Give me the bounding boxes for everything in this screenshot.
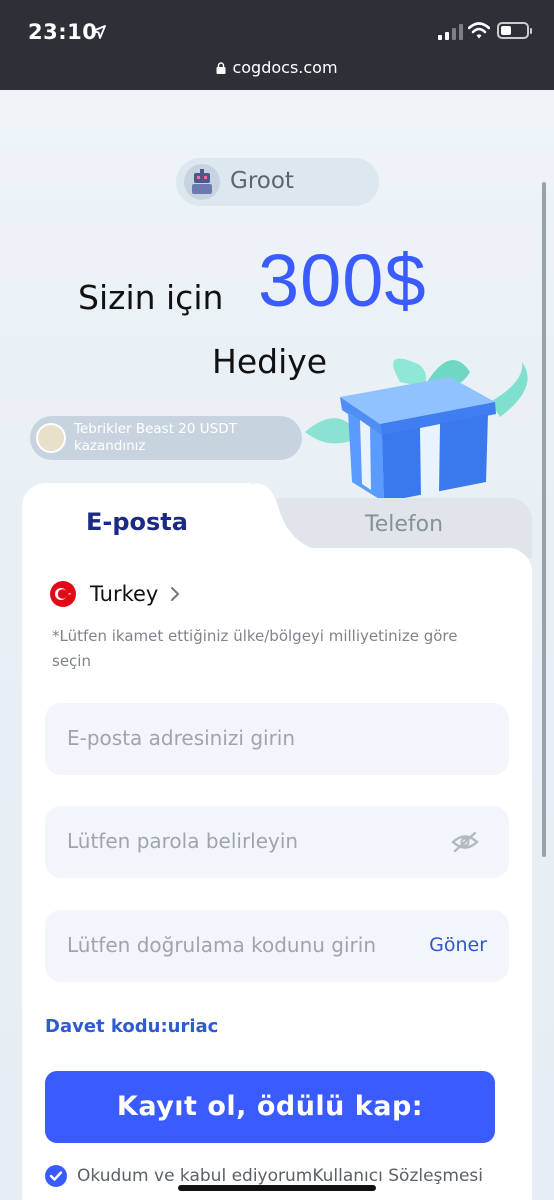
signal-icon bbox=[438, 24, 463, 40]
wifi-icon bbox=[468, 22, 490, 39]
robot-avatar-icon bbox=[192, 169, 212, 194]
scrollbar[interactable] bbox=[542, 182, 546, 857]
email-placeholder: E-posta adresinizi girin bbox=[67, 726, 296, 750]
ticker-text: Tebrikler Beast 20 USDT kazandınız bbox=[74, 421, 237, 454]
password-placeholder: Lütfen parola belirleyin bbox=[67, 829, 299, 853]
winner-ticker: Tebrikler Beast 20 USDT kazandınız bbox=[30, 416, 302, 460]
location-arrow-icon bbox=[92, 25, 106, 39]
invite-code: Davet kodu:uriac bbox=[45, 1016, 219, 1037]
url-text: cogdocs.com bbox=[232, 58, 338, 77]
tab-email-label[interactable]: E-posta bbox=[86, 508, 188, 536]
home-indicator[interactable] bbox=[178, 1185, 376, 1191]
register-button[interactable]: Kayıt ol, ödülü kap: bbox=[45, 1071, 495, 1143]
lock-icon bbox=[216, 62, 226, 74]
flag-turkey-icon bbox=[50, 581, 76, 607]
agreement-row: Okudum ve kabul ediyorum Kullanıcı Sözleş… bbox=[45, 1165, 483, 1187]
tab-phone-label[interactable]: Telefon bbox=[365, 512, 443, 537]
battery-icon bbox=[497, 22, 532, 39]
agreement-text: Okudum ve kabul ediyorum bbox=[77, 1166, 313, 1186]
country-selector[interactable]: Turkey bbox=[50, 580, 180, 608]
eye-off-icon[interactable] bbox=[451, 830, 479, 854]
status-bar: 23:10 cogdocs.com bbox=[0, 0, 554, 90]
agreement-checkbox[interactable] bbox=[45, 1165, 67, 1187]
checkmark-icon bbox=[49, 1171, 63, 1181]
verification-code-field[interactable]: Lütfen doğrulama kodunu girin Göner bbox=[45, 910, 509, 982]
gift-box-icon bbox=[305, 358, 528, 502]
code-placeholder: Lütfen doğrulama kodunu girin bbox=[67, 933, 377, 957]
user-agreement-link[interactable]: Kullanıcı Sözleşmesi bbox=[312, 1166, 483, 1186]
ticker-avatar bbox=[36, 423, 66, 453]
send-code-button[interactable]: Göner bbox=[429, 934, 487, 956]
password-field[interactable]: Lütfen parola belirleyin bbox=[45, 806, 509, 878]
user-name: Groot bbox=[230, 168, 294, 194]
avatar bbox=[184, 164, 220, 200]
country-name: Turkey bbox=[90, 582, 159, 606]
tab-curve bbox=[255, 483, 315, 549]
promo-line1: Sizin için bbox=[78, 278, 224, 317]
country-hint: *Lütfen ikamet ettiğiniz ülke/bölgeyi mi… bbox=[52, 627, 458, 670]
status-time: 23:10 bbox=[28, 20, 98, 44]
address-bar[interactable]: cogdocs.com bbox=[0, 58, 554, 77]
chevron-right-icon bbox=[171, 587, 180, 601]
promo-amount: 300$ bbox=[258, 239, 427, 322]
email-field[interactable]: E-posta adresinizi girin bbox=[45, 703, 509, 775]
user-badge: Groot bbox=[176, 158, 379, 206]
